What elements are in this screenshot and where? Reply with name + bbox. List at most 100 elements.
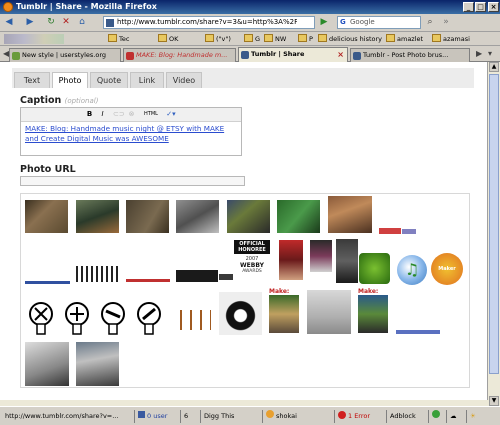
- bookmark-folder-ok[interactable]: OK: [158, 34, 178, 43]
- home-button[interactable]: ⌂: [76, 16, 88, 29]
- vertical-scrollbar[interactable]: ▲ ▼: [488, 62, 500, 406]
- go-button[interactable]: ▶: [318, 16, 330, 29]
- bookmark-folder-g[interactable]: G: [244, 34, 260, 43]
- link-icon[interactable]: ⊂⊃: [113, 110, 125, 119]
- photo-thumbnail[interactable]: [227, 200, 270, 233]
- screw-illustration[interactable]: [133, 302, 169, 336]
- photo-thumbnail[interactable]: [176, 270, 218, 282]
- browser-tab-tumblr-post[interactable]: Tumblr - Post Photo brus...: [350, 48, 470, 62]
- bookmarks-toolbar: Tec OK ("v") G NW P delicious history am…: [0, 32, 500, 46]
- screw-illustration[interactable]: [97, 302, 133, 336]
- photo-url-input[interactable]: [20, 176, 245, 186]
- back-button[interactable]: ◀: [3, 16, 15, 29]
- weather-icon[interactable]: ☀: [466, 410, 482, 423]
- spellcheck-icon[interactable]: ✓▾: [163, 110, 179, 119]
- close-tab-icon[interactable]: ×: [337, 48, 344, 61]
- bookmark-folder-v[interactable]: ("v"): [205, 34, 231, 43]
- window-title: Tumblr | Share - Mozilla Firefox: [16, 2, 157, 11]
- browser-tab-tumblr-share[interactable]: Tumblr | Share ×: [238, 47, 348, 62]
- toolbar-more-icon[interactable]: »: [440, 16, 452, 29]
- bookmark-folder-p[interactable]: P: [298, 34, 313, 43]
- photo-thumbnail[interactable]: [76, 342, 119, 386]
- user-count[interactable]: 0 user: [134, 410, 178, 423]
- caption-label: Caption (optional): [20, 95, 99, 106]
- bold-button[interactable]: B: [85, 110, 94, 119]
- close-window-button[interactable]: ×: [488, 2, 499, 12]
- photo-thumbnail[interactable]: [25, 342, 69, 386]
- make-magazine-cover[interactable]: Make:: [269, 288, 299, 334]
- caption-editor[interactable]: B I ⊂⊃ ⊗ HTML ✓▾ MAKE: Blog: Handmade mu…: [20, 107, 242, 156]
- photo-thumbnail[interactable]: [76, 200, 119, 233]
- photo-thumbnail-banner[interactable]: [25, 281, 70, 284]
- photo-thumbnail[interactable]: [279, 240, 303, 280]
- tab-list-icon[interactable]: ▶: [476, 49, 482, 58]
- status-bar: http://www.tumblr.com/share?v=... 0 user…: [0, 406, 500, 425]
- photo-thumbnail[interactable]: [328, 196, 372, 233]
- bookmark-folder-tec[interactable]: Tec: [108, 34, 129, 43]
- minimize-button[interactable]: _: [463, 2, 474, 12]
- make-magazine-cover[interactable]: Make:: [358, 288, 388, 334]
- screw-illustration[interactable]: [25, 302, 61, 336]
- shokai-status[interactable]: shokai: [262, 410, 332, 423]
- tab-text[interactable]: Text: [14, 72, 50, 88]
- scroll-up-icon[interactable]: ▲: [489, 62, 499, 72]
- digg-button[interactable]: Digg This: [200, 410, 260, 423]
- browser-tab-userstyles[interactable]: New style | userstyles.org: [9, 48, 121, 62]
- photo-thumbnail[interactable]: [176, 200, 219, 233]
- adblock-button[interactable]: Adblock: [386, 410, 426, 423]
- html-button[interactable]: HTML: [143, 110, 159, 119]
- maker-faire-logo[interactable]: Maker Faire: [431, 253, 463, 285]
- tab-count-badge[interactable]: 6: [180, 410, 198, 423]
- make-cover-title: Make:: [269, 288, 290, 295]
- electronic-components-photo[interactable]: [176, 310, 211, 330]
- webby-honoree-badge[interactable]: OFFICIAL HONOREE 2007 WEBBY AWARDS: [234, 238, 270, 284]
- forward-button[interactable]: ▶: [24, 16, 36, 29]
- error-indicator[interactable]: 1 Error: [334, 410, 384, 423]
- photo-thumbnail[interactable]: [336, 239, 358, 283]
- photo-thumbnail-small[interactable]: [379, 228, 401, 234]
- tab-photo[interactable]: Photo: [52, 72, 88, 88]
- navigation-toolbar: ◀ ▶ ↻ ✕ ⌂ http://www.tumblr.com/share?v=…: [0, 14, 500, 32]
- search-input[interactable]: G Google: [337, 16, 421, 29]
- folder-icon: [108, 34, 117, 42]
- bookmark-icons-group[interactable]: [4, 34, 64, 44]
- photo-thumbnail[interactable]: [277, 200, 320, 233]
- photo-thumbnail[interactable]: [76, 266, 120, 282]
- photo-thumbnail[interactable]: [25, 200, 68, 233]
- photo-thumbnail[interactable]: [219, 292, 262, 335]
- stop-button[interactable]: ✕: [60, 16, 72, 29]
- url-bar[interactable]: http://www.tumblr.com/share?v=3&u=http%3…: [103, 16, 315, 29]
- creature-icon[interactable]: [359, 253, 390, 284]
- photo-thumbnail-small[interactable]: [402, 229, 416, 234]
- unlink-icon[interactable]: ⊗: [127, 110, 136, 119]
- photo-thumbnail-banner[interactable]: [396, 330, 440, 334]
- scrollbar-thumb[interactable]: [489, 74, 499, 374]
- bookmark-folder-nw[interactable]: NW: [264, 34, 286, 43]
- folder-icon: [244, 34, 253, 42]
- scroll-down-icon[interactable]: ▼: [489, 396, 499, 406]
- italic-button[interactable]: I: [98, 110, 107, 119]
- green-status-icon[interactable]: [428, 410, 444, 423]
- search-icon[interactable]: ⌕: [424, 16, 436, 29]
- bookmark-delicious-history[interactable]: delicious history: [318, 34, 382, 43]
- tab-link[interactable]: Link: [130, 72, 164, 88]
- photo-thumbnail[interactable]: [310, 240, 332, 272]
- itunes-music-icon[interactable]: ♫: [397, 255, 427, 285]
- photo-thumbnail-banner[interactable]: [126, 279, 170, 282]
- tab-video[interactable]: Video: [166, 72, 202, 88]
- bookmark-azamasi[interactable]: azamasi: [432, 34, 470, 43]
- maximize-button[interactable]: □: [475, 2, 486, 12]
- reload-button[interactable]: ↻: [45, 16, 57, 29]
- bookmark-amazlet[interactable]: amazlet: [386, 34, 423, 43]
- tumblr-favicon-icon: [353, 52, 361, 60]
- browser-tab-make-blog[interactable]: MAKE: Blog: Handmade m...: [123, 48, 236, 62]
- folder-icon: [318, 34, 327, 42]
- tab-quote[interactable]: Quote: [90, 72, 128, 88]
- screw-illustration[interactable]: [61, 302, 97, 336]
- tab-menu-icon[interactable]: ▾: [488, 49, 492, 58]
- folder-icon: [264, 34, 273, 42]
- photo-thumbnail[interactable]: [126, 200, 169, 233]
- photo-thumbnail[interactable]: [307, 290, 351, 334]
- cloud-status-icon[interactable]: ☁: [446, 410, 464, 423]
- photo-thumbnail-small[interactable]: [219, 274, 233, 280]
